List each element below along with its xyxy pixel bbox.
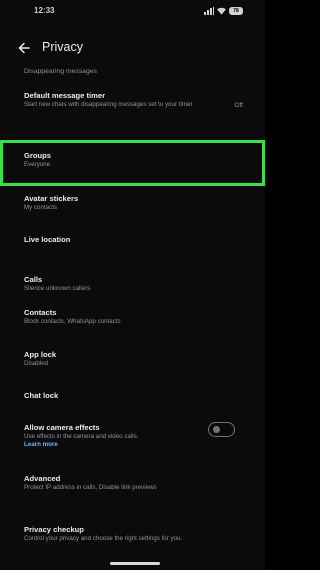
setting-title: Live location [24,235,71,244]
back-arrow-icon[interactable] [17,41,31,55]
section-label-disappearing-messages: Disappearing messages [24,68,97,75]
setting-subtitle: My contacts [24,204,58,211]
home-indicator[interactable] [110,562,160,565]
header: Privacy [0,36,265,60]
status-time: 12:33 [34,6,55,15]
setting-advanced[interactable]: Advanced Protect IP address in calls, Di… [24,474,243,492]
setting-title: Privacy checkup [24,525,84,534]
status-bar: 12:33 78 [0,0,265,24]
setting-subtitle: Silence unknown callers [24,285,91,292]
toggle-knob [213,426,220,433]
setting-title: Calls [24,275,43,284]
setting-chat-lock[interactable]: Chat lock [24,391,243,401]
setting-app-lock[interactable]: App lock Disabled [24,350,243,368]
setting-allow-camera-effects[interactable]: Allow camera effects Use effects in the … [24,422,243,449]
setting-title: Advanced [24,474,61,483]
wifi-icon [217,7,226,15]
setting-avatar-stickers[interactable]: Avatar stickers My contacts [24,194,243,212]
setting-live-location[interactable]: Live location [24,235,243,245]
setting-default-message-timer[interactable]: Default message timer Start new chats wi… [24,91,243,109]
setting-title: Chat lock [24,391,59,400]
setting-title: Contacts [24,308,57,317]
setting-value: Off [234,102,243,109]
learn-more-link[interactable]: Learn more [24,441,243,449]
setting-groups[interactable]: Groups Everyone [24,151,243,169]
page-title: Privacy [42,40,83,54]
battery-icon: 78 [229,7,243,15]
setting-calls[interactable]: Calls Silence unknown callers [24,275,243,293]
setting-subtitle: Protect IP address in calls, Disable lin… [24,484,157,491]
camera-effects-toggle[interactable] [208,422,235,437]
setting-subtitle: Block contacts, WhatsApp contacts [24,318,121,325]
setting-contacts[interactable]: Contacts Block contacts, WhatsApp contac… [24,308,243,326]
setting-title: Avatar stickers [24,194,79,203]
setting-title: Groups [24,151,52,160]
setting-privacy-checkup[interactable]: Privacy checkup Control your privacy and… [24,525,243,543]
setting-subtitle: Control your privacy and choose the righ… [24,535,183,542]
signal-icon [204,7,214,15]
setting-subtitle: Everyone [24,161,51,168]
setting-title: App lock [24,350,57,359]
setting-subtitle: Start new chats with disappearing messag… [24,101,193,108]
setting-title: Default message timer [24,91,106,100]
privacy-settings-screen: 12:33 78 Privacy Disappearing messages D… [0,0,265,570]
status-icons: 78 [204,5,243,17]
setting-subtitle: Disabled [24,360,49,367]
